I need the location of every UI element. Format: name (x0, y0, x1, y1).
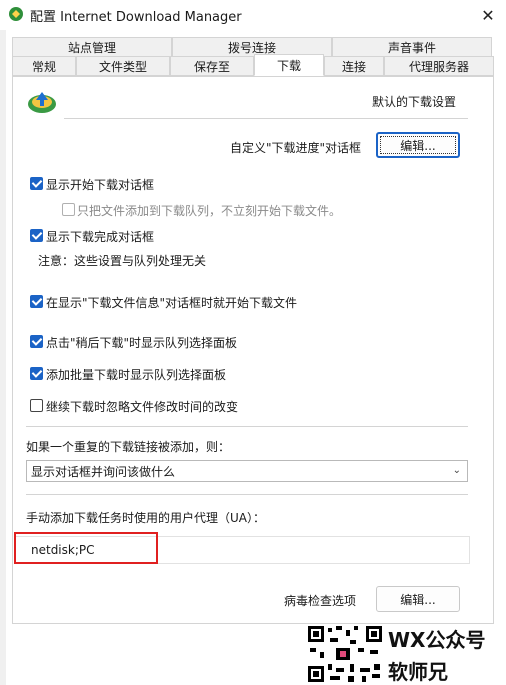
duplicate-action-value: 显示对话框并询问该做什么 (31, 464, 176, 479)
qr-code-image (306, 624, 384, 684)
header-separator (64, 118, 468, 119)
ua-label: 手动添加下载任务时使用的用户代理（UA）： (26, 511, 265, 525)
edit-progress-dialog-button[interactable]: 编辑... (376, 132, 460, 158)
batch-queue-panel-label: 添加批量下载时显示队列选择面板 (46, 368, 227, 382)
tab-sound-events[interactable]: 声音事件 (332, 37, 492, 57)
later-queue-panel-label: 点击"稍后下载"时显示队列选择面板 (46, 336, 238, 350)
tab-save-to[interactable]: 保存至 (170, 56, 254, 76)
idm-app-icon (9, 7, 23, 21)
show-complete-dialog-label: 显示下载完成对话框 (46, 230, 155, 244)
default-download-settings-label: 默认的下载设置 (372, 95, 457, 109)
start-immediately-label: 在显示"下载文件信息"对话框时就开始下载文件 (46, 296, 298, 310)
window-edge (0, 30, 6, 685)
tab-site-management[interactable]: 站点管理 (12, 37, 172, 57)
only-add-to-queue-label: 只把文件添加到下载队列，不立刻开始下载文件。 (77, 204, 342, 218)
queue-note: 注意：这些设置与队列处理无关 (38, 254, 207, 268)
show-complete-dialog-checkbox[interactable] (30, 229, 43, 242)
download-logo-icon (28, 92, 56, 113)
chevron-down-icon: ⌄ (452, 465, 461, 476)
virus-check-label: 病毒检查选项 (284, 594, 357, 608)
separator (26, 426, 468, 427)
show-start-dialog-label: 显示开始下载对话框 (46, 178, 155, 192)
only-add-to-queue-checkbox[interactable] (62, 203, 75, 216)
close-button[interactable]: ✕ (470, 0, 506, 30)
annotation-highlight-box (14, 532, 158, 564)
start-immediately-checkbox[interactable] (30, 295, 43, 308)
tab-general[interactable]: 常规 (12, 56, 76, 76)
ignore-mtime-checkbox[interactable] (30, 399, 43, 412)
duplicate-link-label: 如果一个重复的下载链接被添加，则： (26, 440, 231, 454)
tab-download[interactable]: 下载 (254, 54, 324, 76)
tab-file-types[interactable]: 文件类型 (76, 56, 170, 76)
progress-dialog-label: 自定义"下载进度"对话框 (230, 141, 362, 155)
batch-queue-panel-checkbox[interactable] (30, 367, 43, 380)
separator (26, 494, 468, 495)
tab-connection[interactable]: 连接 (324, 56, 384, 76)
watermark-line1: WX公众号 (388, 628, 486, 652)
ignore-mtime-label: 继续下载时忽略文件修改时间的改变 (46, 400, 239, 414)
duplicate-action-select[interactable]: 显示对话框并询问该做什么 ⌄ (26, 460, 468, 482)
watermark-line2: 软师兄 (388, 660, 448, 684)
edit-virus-check-button[interactable]: 编辑... (376, 586, 460, 612)
window-title: 配置 Internet Download Manager (30, 10, 242, 25)
tab-proxy[interactable]: 代理服务器 (384, 56, 494, 76)
later-queue-panel-checkbox[interactable] (30, 335, 43, 348)
show-start-dialog-checkbox[interactable] (30, 177, 43, 190)
